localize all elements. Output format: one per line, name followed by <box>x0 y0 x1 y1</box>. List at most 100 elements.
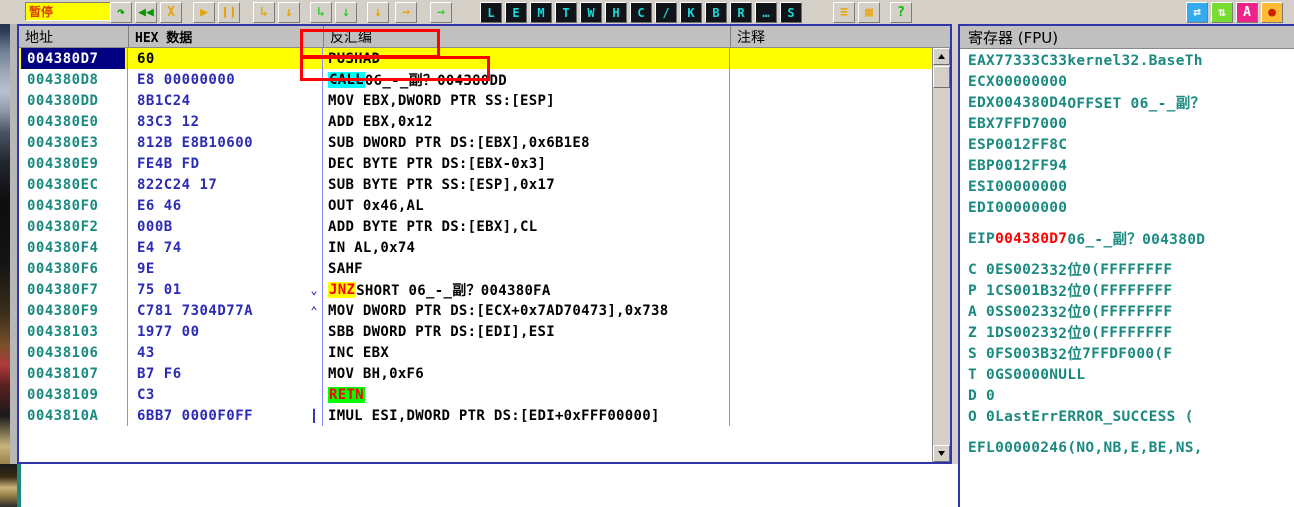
execute-till-cursor-button[interactable]: → <box>395 2 417 23</box>
flag-row[interactable]: S 0 FS 003B 32位 7FFDF000(F <box>968 343 1294 364</box>
disassembly-row[interactable]: 00438106 43 INC EBX <box>19 342 950 363</box>
run-button[interactable]: ▶ <box>193 2 215 23</box>
disassembly-row[interactable]: 004380F2 000B ADD BYTE PTR DS:[EBX],CL <box>19 216 950 237</box>
disassembly-scrollbar[interactable] <box>932 48 950 462</box>
disassembly-row[interactable]: 004380E3 812B E8B10600 SUB DWORD PTR DS:[E… <box>19 132 950 153</box>
flag-row[interactable]: T 0 GS 0000 NULL <box>968 364 1294 385</box>
register-name: EBX <box>968 115 996 132</box>
updown-arrows-button[interactable]: ⇅ <box>1211 2 1233 23</box>
options-icon: ≡ <box>840 5 848 20</box>
letter-glyph: B <box>712 5 720 20</box>
scroll-up-button[interactable] <box>933 48 950 65</box>
register-row[interactable]: EBP 0012FF94 <box>968 155 1294 176</box>
flag-row[interactable]: A 0 SS 0023 32位 0(FFFFFFFF <box>968 301 1294 322</box>
toolbar-letter-w-button[interactable]: W <box>580 2 602 23</box>
options-button[interactable]: ≡ <box>833 2 855 23</box>
row-comment <box>735 300 948 321</box>
disassembly-row[interactable]: 004380F6 9E SAHF <box>19 258 950 279</box>
disassembly-row[interactable]: 00438107 B7 F6 MOV BH,0xF6 <box>19 363 950 384</box>
window-tile-button[interactable]: ▦ <box>858 2 880 23</box>
operand-text: IMUL ESI,DWORD PTR DS:[EDI+0xFFF00000] <box>328 407 660 424</box>
toolbar-letter-e-button[interactable]: E <box>505 2 527 23</box>
flag-row[interactable]: C 0 ES 0023 32位 0(FFFFFFFF <box>968 259 1294 280</box>
flag-row[interactable]: P 1 CS 001B 32位 0(FFFFFFFF <box>968 280 1294 301</box>
disassembly-row[interactable]: 004380EC 822C24 17 SUB BYTE PTR SS:[ESP],0… <box>19 174 950 195</box>
restart-button[interactable]: ↷ <box>110 2 132 23</box>
toolbar-letter-m-button[interactable]: M <box>530 2 552 23</box>
toolbar-letter-c-button[interactable]: C <box>630 2 652 23</box>
letter-glyph: R <box>737 5 745 20</box>
disassembly-row[interactable]: 004380E9 FE4B FD DEC BYTE PTR DS:[EBX-0x3] <box>19 153 950 174</box>
disassembly-row[interactable]: 004380D8 E8 00000000 CALL 06_-_副？004380DD <box>19 69 950 90</box>
flag-row[interactable]: O 0 LastErr ERROR_SUCCESS ( <box>968 406 1294 427</box>
disassembly-row[interactable]: 004380F4 E4 74 IN AL,0x74 <box>19 237 950 258</box>
disassembly-row[interactable]: 004380D7 60 PUSHAD <box>19 48 950 69</box>
flag-row[interactable]: Z 1 DS 0023 32位 0(FFFFFFFF <box>968 322 1294 343</box>
toolbar-letter-k-button[interactable]: K <box>680 2 702 23</box>
toolbar-letter-b-button[interactable]: B <box>705 2 727 23</box>
segment-mode: NULL <box>1049 366 1086 383</box>
registers-body[interactable]: EAX 77333C33 kernel32.BaseTh ECX 00000000… <box>960 50 1294 507</box>
register-row[interactable]: EDX 004380D4 OFFSET 06_-_副？ <box>968 92 1294 113</box>
flag-name-and-bit: C 0 <box>968 261 996 278</box>
disassembly-row[interactable]: 004380F9 C781 7304D77A ⌃ MOV DWORD PTR DS:[… <box>19 300 950 321</box>
row-jump-marker <box>307 363 321 384</box>
disassembly-row[interactable]: 004380F7 75 01 ⌄ JNZ SHORT 06_-_副？004380FA <box>19 279 950 300</box>
step-over-icon: ↓ <box>285 5 293 20</box>
toolbar-letter-r-button[interactable]: R <box>730 2 752 23</box>
register-row[interactable]: EAX 77333C33 kernel32.BaseTh <box>968 50 1294 71</box>
disassembly-row[interactable]: 004380F0 E6 46 OUT 0x46,AL <box>19 195 950 216</box>
disassembly-row[interactable]: 00438109 C3 RETN <box>19 384 950 405</box>
segment-selector: LastErr <box>995 408 1059 425</box>
register-row[interactable]: ESI 00000000 <box>968 176 1294 197</box>
letter-a-button[interactable]: A <box>1236 2 1258 23</box>
column-divider <box>322 279 323 300</box>
toolbar-letter-slash-button[interactable]: / <box>655 2 677 23</box>
toolbar-letter-l-button[interactable]: L <box>480 2 502 23</box>
execute-till-return-button[interactable]: ↓ <box>367 2 389 23</box>
column-header-address[interactable]: 地址 <box>19 26 129 47</box>
toolbar-letter-dots-button[interactable]: … <box>755 2 777 23</box>
register-row[interactable]: EDI 00000000 <box>968 197 1294 218</box>
disassembly-row[interactable]: 004380DD 8B1C24 MOV EBX,DWORD PTR SS:[ESP] <box>19 90 950 111</box>
register-row[interactable]: ECX 00000000 <box>968 71 1294 92</box>
row-address: 00438106 <box>27 344 99 361</box>
operand-text: INC EBX <box>328 344 390 361</box>
step-over-button[interactable]: ↓ <box>278 2 300 23</box>
swap-arrows-button[interactable]: ⇄ <box>1186 2 1208 23</box>
close-program-button[interactable]: X <box>160 2 182 23</box>
row-disassembly: JNZ SHORT 06_-_副？004380FA <box>328 279 728 300</box>
step-back-button[interactable]: ◀◀ <box>135 2 157 23</box>
disassembly-row[interactable]: 0043810A 6BB7 0000F0FF ┃ IMUL ESI,DWORD PTR… <box>19 405 950 426</box>
trace-into-button[interactable]: ↳ <box>310 2 332 23</box>
trace-over-button[interactable]: ↓ <box>335 2 357 23</box>
operand-text: DEC BYTE PTR DS:[EBX-0x3] <box>328 155 547 172</box>
register-row-eip[interactable]: EIP 004380D7 06_-_副？004380D <box>968 228 1294 249</box>
column-header-disasm[interactable]: 反汇编 <box>324 26 731 47</box>
scroll-down-button[interactable] <box>933 445 950 462</box>
disassembly-row[interactable]: 00438103 1977 00 SBB DWORD PTR DS:[EDI],ES… <box>19 321 950 342</box>
help-button[interactable]: ? <box>890 2 912 23</box>
register-row-efl[interactable]: EFL 00000246 (NO,NB,E,BE,NS, <box>968 437 1294 458</box>
register-row[interactable]: EBX 7FFD7000 <box>968 113 1294 134</box>
toolbar-letter-s-button[interactable]: S <box>780 2 802 23</box>
flag-row[interactable]: D 0 <box>968 385 1294 406</box>
lower-pane-left-edge <box>17 464 21 507</box>
toolbar-letter-h-button[interactable]: H <box>605 2 627 23</box>
disassembly-rows[interactable]: 004380D7 60 PUSHAD 004380D8 E8 00000000 CALL … <box>19 48 950 462</box>
toolbar-letter-t-button[interactable]: T <box>555 2 577 23</box>
row-address: 004380F2 <box>27 218 99 235</box>
register-row[interactable]: ESP 0012FF8C <box>968 134 1294 155</box>
pause-button[interactable]: ❙❙ <box>218 2 240 23</box>
step-into-button[interactable]: ↳ <box>253 2 275 23</box>
scrollbar-thumb[interactable] <box>933 66 950 88</box>
column-header-comment[interactable]: 注释 <box>731 26 933 47</box>
column-header-comment-label: 注释 <box>737 29 765 46</box>
column-divider <box>127 195 128 216</box>
segment-name: FS <box>995 345 1014 362</box>
column-header-hex[interactable]: HEX 数据 <box>129 26 324 47</box>
disassembly-row[interactable]: 004380E0 83C3 12 ADD EBX,0x12 <box>19 111 950 132</box>
animate-button[interactable]: → <box>430 2 452 23</box>
column-divider <box>729 321 730 342</box>
record-button[interactable]: ● <box>1261 2 1283 23</box>
